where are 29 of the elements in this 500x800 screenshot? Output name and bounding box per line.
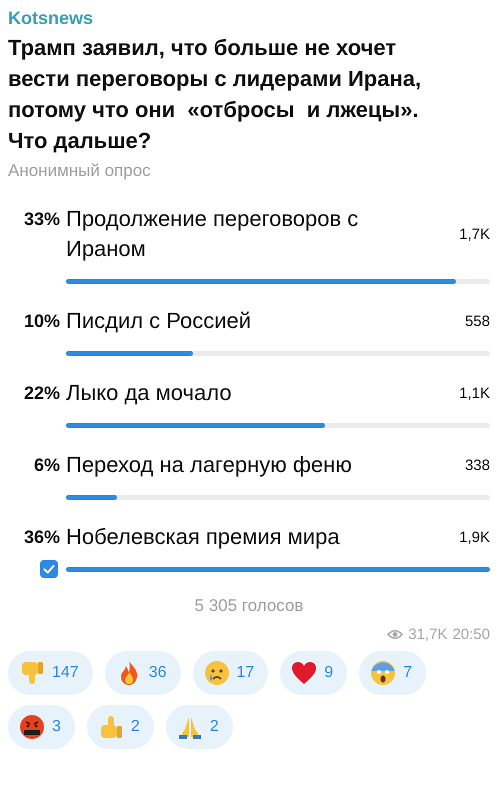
vote-count: 5 305 голосов xyxy=(194,596,304,616)
reaction-chip[interactable]: 2 xyxy=(86,705,154,749)
option-percent: 22% xyxy=(22,382,61,405)
poll-type: Анонимный опрос xyxy=(8,160,151,182)
view-count: 31,7K xyxy=(408,626,448,643)
option-percent: 10% xyxy=(22,310,61,333)
channel-name[interactable]: Kotsnews xyxy=(8,6,94,30)
option-count: 1,1K xyxy=(459,384,490,402)
option-count: 558 xyxy=(464,312,490,330)
option-text: Нобелевская премия мира xyxy=(66,523,341,551)
reaction-chip[interactable]: 7 xyxy=(359,651,426,695)
option-count: 338 xyxy=(464,456,490,474)
post-time: 20:50 xyxy=(452,626,490,643)
reaction-chip[interactable]: 2 xyxy=(166,705,233,749)
reaction-chip[interactable]: 147 xyxy=(8,651,93,695)
option-count: 1,9K xyxy=(459,528,490,546)
reaction-chip[interactable]: 9 xyxy=(280,651,348,695)
option-count: 1,7K xyxy=(459,226,490,242)
reaction-chip[interactable]: 17 xyxy=(192,651,268,695)
reaction-chip[interactable]: 3 xyxy=(8,705,75,749)
option-text: Писдил с Россией xyxy=(66,307,252,335)
option-text: Лыко да мочало xyxy=(66,379,233,407)
option-percent: 36% xyxy=(22,526,61,549)
option-text: Продолжение переговоров с Ираном xyxy=(66,205,360,263)
reaction-chip[interactable]: 36 xyxy=(104,651,180,695)
option-percent: 6% xyxy=(32,454,61,477)
option-text: Переход на лагерную феню xyxy=(66,451,353,479)
option-percent: 33% xyxy=(22,208,61,231)
poll-question: Трамп заявил, что больше не хочет вести переговоры с лидерами Ирана, потому что они «отбросы и лжецы». Что дальше? xyxy=(8,34,422,155)
